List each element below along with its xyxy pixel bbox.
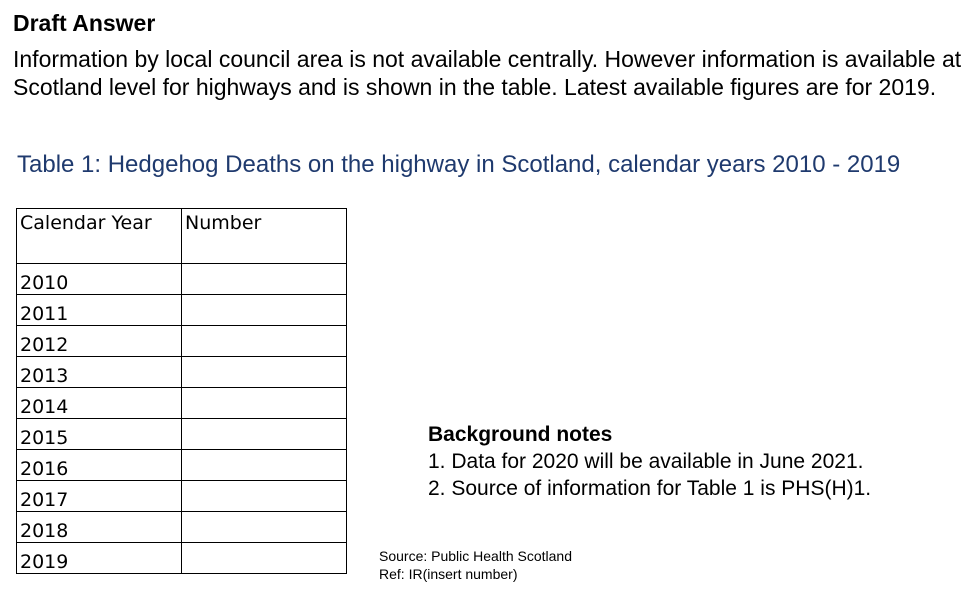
column-header-calendar-year: Calendar Year xyxy=(16,208,182,264)
source-line: Source: Public Health Scotland xyxy=(379,548,572,564)
year-cell: 2017 xyxy=(16,480,182,512)
number-cell xyxy=(181,263,347,295)
table-header-row: Calendar Year Number xyxy=(16,208,347,264)
number-cell xyxy=(181,418,347,450)
hedgehog-deaths-table: Calendar Year Number 2010 2011 2012 2013… xyxy=(16,208,347,574)
table-row: 2012 xyxy=(16,325,347,357)
table-row: 2017 xyxy=(16,480,347,512)
year-cell: 2013 xyxy=(16,356,182,388)
table-row: 2018 xyxy=(16,511,347,543)
number-cell xyxy=(181,294,347,326)
background-notes-title: Background notes xyxy=(428,423,613,446)
number-cell xyxy=(181,387,347,419)
table-row: 2016 xyxy=(16,449,347,481)
background-note-item: 1. Data for 2020 will be available in Ju… xyxy=(428,450,864,473)
table-row: 2014 xyxy=(16,387,347,419)
year-cell: 2015 xyxy=(16,418,182,450)
table-row: 2015 xyxy=(16,418,347,450)
intro-paragraph: Information by local council area is not… xyxy=(13,46,962,100)
table-row: 2011 xyxy=(16,294,347,326)
year-cell: 2019 xyxy=(16,542,182,574)
number-cell xyxy=(181,511,347,543)
year-cell: 2011 xyxy=(16,294,182,326)
number-cell xyxy=(181,542,347,574)
year-cell: 2016 xyxy=(16,449,182,481)
table-row: 2013 xyxy=(16,356,347,388)
table-title: Table 1: Hedgehog Deaths on the highway … xyxy=(17,151,901,178)
year-cell: 2012 xyxy=(16,325,182,357)
column-header-number: Number xyxy=(181,208,347,264)
year-cell: 2010 xyxy=(16,263,182,295)
source-block: Source: Public Health Scotland Ref: IR(i… xyxy=(379,547,572,583)
table-row: 2019 xyxy=(16,542,347,574)
year-cell: 2014 xyxy=(16,387,182,419)
table-row: 2010 xyxy=(16,263,347,295)
reference-line: Ref: IR(insert number) xyxy=(379,566,518,582)
background-notes: Background notes 1. Data for 2020 will b… xyxy=(428,421,871,502)
background-note-item: 2. Source of information for Table 1 is … xyxy=(428,477,872,500)
year-cell: 2018 xyxy=(16,511,182,543)
number-cell xyxy=(181,480,347,512)
number-cell xyxy=(181,356,347,388)
draft-answer-heading: Draft Answer xyxy=(13,10,156,36)
number-cell xyxy=(181,449,347,481)
number-cell xyxy=(181,325,347,357)
